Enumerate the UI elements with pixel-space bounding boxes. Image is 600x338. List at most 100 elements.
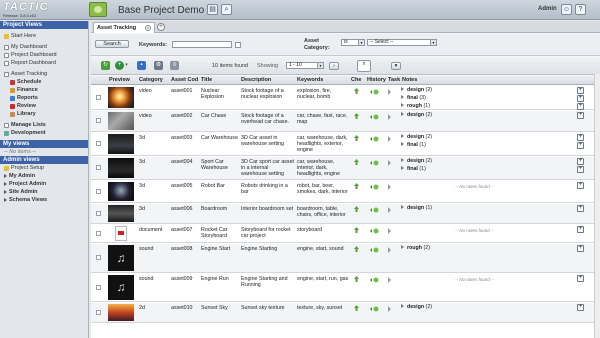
add-note-button[interactable]: + <box>577 142 584 149</box>
row-select-checkbox[interactable] <box>96 165 101 170</box>
task-expand-icon[interactable] <box>388 207 391 213</box>
checkin-icon[interactable] <box>353 135 360 142</box>
checkin-icon[interactable] <box>353 246 360 253</box>
row-select-checkbox[interactable] <box>96 211 101 216</box>
zoom-icon[interactable]: ⌕ <box>221 4 232 15</box>
table-row[interactable]: 3d asset006 Boardroom Interior boardroom se… <box>91 204 600 224</box>
add-note-button[interactable]: + <box>577 304 584 311</box>
history-icon[interactable] <box>370 89 379 95</box>
add-note-button[interactable]: + <box>577 166 584 173</box>
history-icon[interactable] <box>370 228 379 234</box>
refresh-icon[interactable]: ↻ <box>101 61 110 70</box>
keywords-input[interactable] <box>172 41 232 48</box>
task-expand-icon[interactable] <box>388 184 391 190</box>
task-expand-icon[interactable] <box>388 160 391 166</box>
tab-asset-tracking[interactable]: Asset Tracking × <box>93 22 155 33</box>
note-context[interactable]: design (2) <box>401 87 579 94</box>
row-select-checkbox[interactable] <box>96 285 101 290</box>
row-select-checkbox[interactable] <box>96 189 101 194</box>
add-note-button[interactable]: + <box>577 205 584 212</box>
col-notes[interactable]: Notes <box>402 77 442 83</box>
note-context[interactable]: design (2) <box>401 304 579 311</box>
preview-thumbnail[interactable] <box>108 304 134 321</box>
category-value-select[interactable]: -- Select -- ▾ <box>367 39 437 46</box>
chevron-down-icon[interactable]: ▾ <box>124 63 129 68</box>
sidebar-item-site-admin[interactable]: Site Admin <box>0 188 88 196</box>
next-page-button[interactable]: › <box>329 62 339 70</box>
col-preview[interactable]: Preview <box>109 77 133 83</box>
table-row[interactable]: 3d asset003 Car Warehouse 3D Car asset in w… <box>91 133 600 156</box>
add-note-button[interactable]: + <box>577 226 584 233</box>
note-context[interactable]: final (1) <box>401 142 579 149</box>
history-icon[interactable] <box>370 136 379 142</box>
checkin-icon[interactable] <box>353 88 360 95</box>
add-note-button[interactable]: + <box>577 134 584 141</box>
keywords-checkbox[interactable] <box>235 42 241 48</box>
table-row[interactable]: document asset007 Rocket Car Storyboard Sto… <box>91 225 600 243</box>
history-icon[interactable] <box>370 160 379 166</box>
col-description[interactable]: Description <box>241 77 295 83</box>
history-icon[interactable] <box>370 184 379 190</box>
user-icon[interactable]: ☺ <box>561 4 572 15</box>
table-row[interactable]: 3d asset004 Sport Car Warehouse 3D Car spor… <box>91 157 600 180</box>
sidebar-item-my-admin[interactable]: My Admin <box>0 172 88 180</box>
add-note-button[interactable]: + <box>577 158 584 165</box>
col-checkin[interactable]: Che <box>351 77 365 83</box>
col-category[interactable]: Category <box>139 77 171 83</box>
task-expand-icon[interactable] <box>388 136 391 142</box>
sidebar-item-reports[interactable]: Reports <box>0 94 88 102</box>
note-context[interactable]: design (1) <box>401 205 579 212</box>
sidebar-item-project-setup[interactable]: Project Setup <box>0 164 88 172</box>
preview-thumbnail[interactable] <box>108 205 134 222</box>
task-expand-icon[interactable] <box>388 89 391 95</box>
add-note-button[interactable]: + <box>577 182 584 189</box>
preview-thumbnail[interactable] <box>108 158 134 178</box>
columns-icon[interactable]: ≡ <box>170 61 179 70</box>
add-note-button[interactable]: + <box>577 87 584 94</box>
col-keywords[interactable]: Keywords <box>297 77 351 83</box>
page-range-select[interactable]: 1 - 10 ▾ <box>286 62 324 69</box>
document-thumbnail[interactable] <box>115 226 127 241</box>
note-context[interactable]: design (2) <box>401 112 579 119</box>
row-select-checkbox[interactable] <box>96 118 101 123</box>
close-tab-icon[interactable]: × <box>145 25 151 31</box>
row-select-checkbox[interactable] <box>96 231 101 236</box>
note-context[interactable]: design (2) <box>401 134 579 141</box>
sidebar-item-project-admin[interactable]: Project Admin <box>0 180 88 188</box>
add-note-button[interactable]: + <box>577 103 584 110</box>
col-task[interactable]: Task <box>388 77 401 83</box>
sidebar-item-asset-tracking[interactable]: Asset Tracking <box>0 70 88 78</box>
sidebar-item-development[interactable]: Development <box>0 129 88 137</box>
checkin-icon[interactable] <box>353 183 360 190</box>
add-note-button[interactable]: + <box>577 95 584 102</box>
preview-thumbnail[interactable] <box>108 134 134 154</box>
save-icon[interactable]: ▪ <box>137 61 146 70</box>
table-row[interactable]: video asset001 Nuclear Explosion Stock foot… <box>91 86 600 110</box>
print-icon[interactable]: ▤ <box>207 4 218 15</box>
sound-thumbnail[interactable]: ♫ <box>108 245 134 271</box>
help-icon[interactable]: ? <box>575 4 586 15</box>
category-operator-select[interactable]: is ▾ <box>341 39 365 46</box>
table-row[interactable]: 3d asset005 Robot Bar Robots drinking in a … <box>91 181 600 203</box>
sidebar-item-start-here[interactable]: Start Here <box>0 32 88 40</box>
history-icon[interactable] <box>370 114 379 120</box>
task-expand-icon[interactable] <box>388 306 391 312</box>
row-select-checkbox[interactable] <box>96 141 101 146</box>
checkin-icon[interactable] <box>353 305 360 312</box>
sound-thumbnail[interactable]: ♫ <box>108 275 134 300</box>
add-note-button[interactable]: + <box>577 275 584 282</box>
checkin-icon[interactable] <box>353 276 360 283</box>
sidebar-item-project-dashboard[interactable]: Project Dashboard <box>0 51 88 59</box>
task-expand-icon[interactable] <box>388 114 391 120</box>
sidebar-item-review[interactable]: Review <box>0 102 88 110</box>
col-title[interactable]: Title <box>201 77 239 83</box>
checkin-icon[interactable] <box>353 227 360 234</box>
checkin-icon[interactable] <box>353 159 360 166</box>
col-asset-code[interactable]: Asset Cod <box>171 77 200 83</box>
vertical-scrollbar[interactable] <box>594 74 600 338</box>
row-select-checkbox[interactable] <box>96 95 101 100</box>
row-select-checkbox[interactable] <box>96 310 101 315</box>
note-context[interactable]: rough (2) <box>401 245 579 252</box>
sidebar-item-finance[interactable]: Finance <box>0 86 88 94</box>
note-context[interactable]: final (1) <box>401 166 579 173</box>
